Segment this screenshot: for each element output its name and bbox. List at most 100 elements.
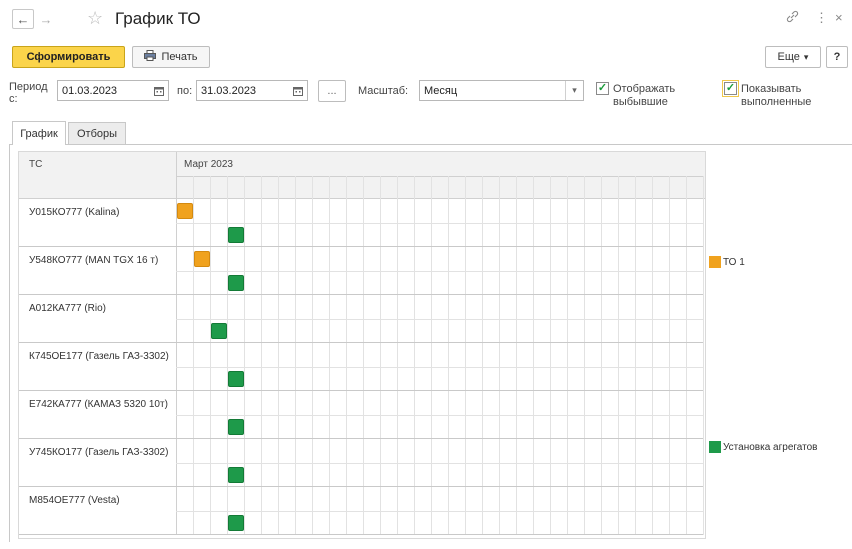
day-column-line [686,176,687,535]
header-subrow-line [176,176,703,177]
page-title: График ТО [115,9,201,28]
task-bar-install[interactable] [228,419,244,435]
close-icon[interactable]: × [835,10,843,25]
day-column-line [346,176,347,535]
period-select-button[interactable]: ... [318,80,346,102]
day-column-line [278,176,279,535]
tab-schedule[interactable]: График [12,121,66,145]
day-column-line [533,176,534,535]
task-bar-install[interactable] [211,323,227,339]
show-retired-label-2: выбывшие [613,96,668,108]
calendar-icon[interactable] [289,81,307,100]
generate-button-label: Сформировать [26,51,111,63]
vehicle-name: К745ОЕ177 (Газель ГАЗ-3302) [29,351,169,362]
task-bar-install[interactable] [228,371,244,387]
chevron-down-icon: ▾ [803,51,809,62]
date-to-value: 31.03.2023 [201,84,257,97]
help-button[interactable]: ? [826,46,848,68]
period-header: Март 2023 [184,159,233,170]
day-column-line [261,176,262,535]
day-column-line [618,176,619,535]
show-retired-label: Отображать [613,83,676,95]
vehicle-row-line [19,534,703,535]
day-column-line [652,176,653,535]
legend-swatch-install [709,441,721,453]
favorite-star-icon[interactable]: ☆ [87,8,103,29]
generate-button[interactable]: Сформировать [12,46,125,68]
back-arrow-icon: ← [16,11,30,27]
show-completed-checkbox[interactable]: ✓ [722,80,739,97]
day-column-line [550,176,551,535]
dropdown-arrow-icon[interactable]: ▾ [565,81,583,100]
legend-label-to1: ТО 1 [723,256,745,268]
day-column-line [669,176,670,535]
legend-label-install: Установка агрегатов [723,441,818,453]
vehicle-name: М854ОЕ777 (Vesta) [29,495,120,506]
subrow-line [176,223,703,224]
period-label: Период [9,81,48,93]
vehicle-name: Е742КА777 (КАМАЗ 5320 10т) [29,399,168,410]
tab-schedule-label: График [20,127,58,140]
vehicle-name: У015КО777 (Kalina) [29,207,120,218]
day-column-line [414,176,415,535]
print-button-label: Печать [161,51,198,63]
forward-button[interactable]: → [35,9,57,29]
help-icon: ? [833,51,841,63]
show-completed-label-2: выполненные [741,96,812,108]
to-label: по: [177,85,193,97]
show-completed-label: Показывать [741,83,802,95]
date-from-value: 01.03.2023 [62,84,118,97]
link-icon[interactable] [786,10,799,26]
day-column-line [601,176,602,535]
day-column-line [431,176,432,535]
period-from-label: с: [9,93,18,105]
scale-value: Месяц [424,84,458,97]
subrow-line [176,271,703,272]
legend-item-install: Установка агрегатов [709,441,818,453]
day-column-line [448,176,449,535]
subrow-line [176,367,703,368]
date-to-field[interactable]: 31.03.2023 [196,80,308,101]
day-column-line [397,176,398,535]
tabs-divider [9,144,852,145]
scale-select[interactable]: Месяц ▾ [419,80,584,101]
show-retired-checkbox[interactable]: ✓ [596,82,609,95]
print-button[interactable]: Печать [132,46,210,68]
task-bar-install[interactable] [228,227,244,243]
subrow-line [176,511,703,512]
back-button[interactable]: ← [12,9,34,29]
scale-label: Масштаб: [358,85,409,97]
day-column-line [329,176,330,535]
vehicle-row-line [19,294,703,295]
gantt-chart[interactable]: ТС Март 2023 У015КО777 (Kalina) У548КО777… [18,151,706,539]
subrow-line [176,415,703,416]
tab-filters-label: Отборы [76,127,118,140]
day-column-line [295,176,296,535]
task-bar-install[interactable] [228,515,244,531]
more-menu-icon[interactable]: ⋮ [815,10,828,26]
day-column-line [703,176,704,535]
calendar-icon[interactable] [150,81,168,100]
day-column-line [584,176,585,535]
day-column-line [244,176,245,535]
subrow-line [176,319,703,320]
task-bar-to1[interactable] [194,251,210,267]
task-bar-to1[interactable] [177,203,193,219]
vehicle-name: А012КА777 (Rio) [29,303,106,314]
task-bar-install[interactable] [228,467,244,483]
vehicle-row-line [19,342,703,343]
check-icon: ✓ [725,82,736,94]
vehicle-row-line [19,390,703,391]
legend-swatch-to1 [709,256,721,268]
tab-filters[interactable]: Отборы [68,122,126,144]
date-from-field[interactable]: 01.03.2023 [57,80,169,101]
vehicle-row-line [19,438,703,439]
legend-item-to1: ТО 1 [709,256,745,268]
vehicle-name: У745КО177 (Газель ГАЗ-3302) [29,447,169,458]
more-button[interactable]: Еще ▾ [765,46,821,68]
task-bar-install[interactable] [228,275,244,291]
day-column-line [380,176,381,535]
forward-arrow-icon: → [39,11,53,27]
title-bar: ← → ☆ График ТО ⋮ × [0,0,852,38]
check-icon: ✓ [597,82,608,94]
